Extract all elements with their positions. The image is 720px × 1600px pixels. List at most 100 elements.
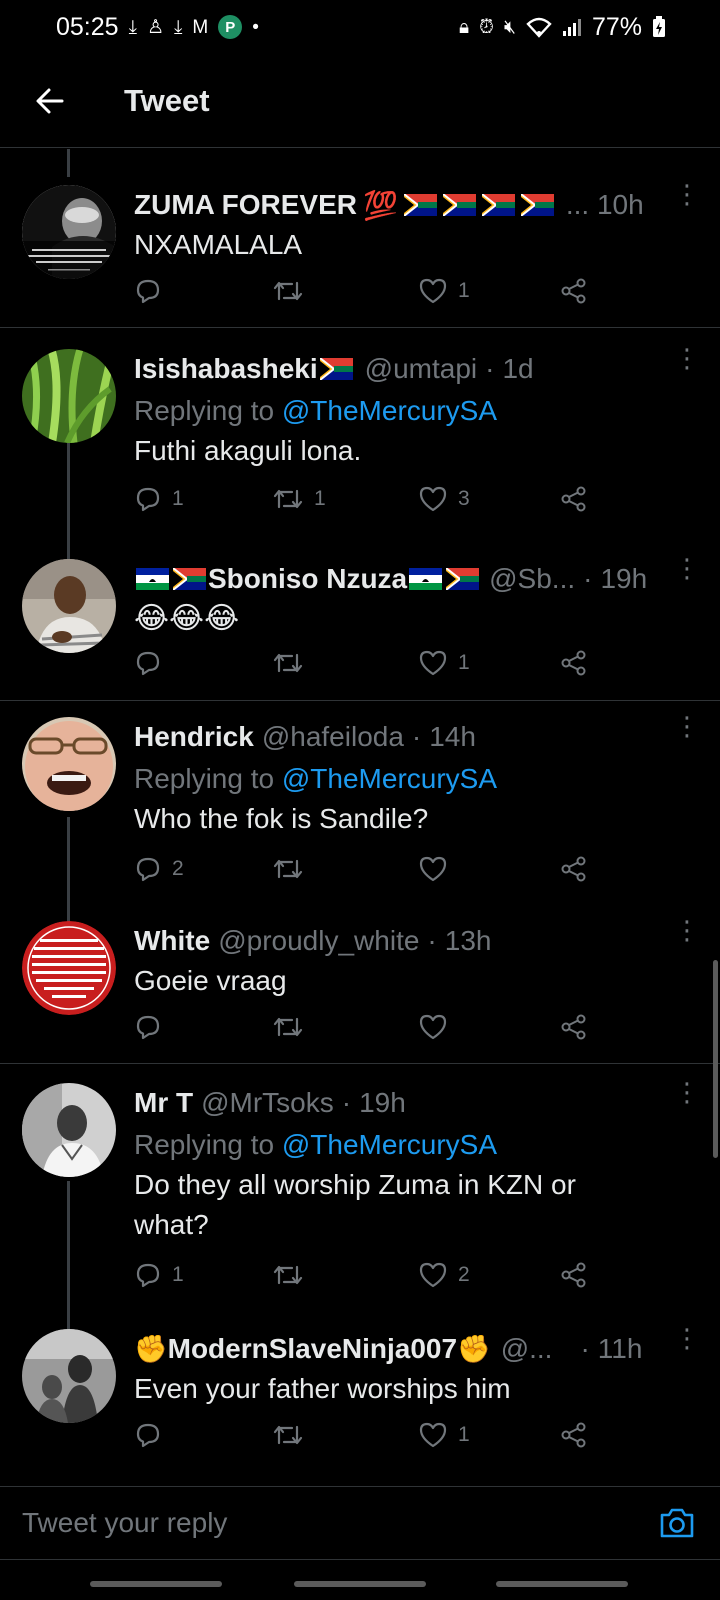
like-button[interactable]: 2 <box>418 1261 470 1289</box>
share-icon <box>561 278 586 304</box>
share-button[interactable] <box>560 277 588 305</box>
reply-feed[interactable]: ZUMA FOREVER 💯 ... 10h NXAMALALA ⋮ 1 Isi… <box>0 149 720 1485</box>
user-handle[interactable]: @proudly_white <box>218 925 419 957</box>
dot-icon: • <box>252 16 259 38</box>
share-icon <box>561 486 586 512</box>
more-options-button[interactable]: ⋮ <box>674 181 700 207</box>
display-name[interactable]: ZUMA FOREVER <box>134 189 357 221</box>
display-name[interactable]: Mr T <box>134 1087 193 1119</box>
display-name[interactable]: Isishabasheki <box>134 353 318 385</box>
mention-link[interactable]: @TheMercurySA <box>282 1129 497 1160</box>
more-options-button[interactable]: ⋮ <box>674 713 700 739</box>
more-options-button[interactable]: ⋮ <box>674 917 700 943</box>
more-options-button[interactable]: ⋮ <box>674 345 700 371</box>
reply-icon <box>136 1423 160 1448</box>
share-button[interactable] <box>560 1421 588 1449</box>
share-button[interactable] <box>560 1261 588 1289</box>
share-button[interactable] <box>560 649 588 677</box>
separator-dot: · <box>411 721 422 752</box>
like-count: 1 <box>458 651 470 674</box>
home-gesture[interactable] <box>294 1581 426 1587</box>
more-options-button[interactable]: ⋮ <box>674 1325 700 1351</box>
display-name[interactable]: White <box>134 925 210 957</box>
like-button[interactable]: 1 <box>418 1421 470 1449</box>
avatar[interactable] <box>22 185 116 279</box>
mention-link[interactable]: @TheMercurySA <box>282 395 497 426</box>
reply-icon <box>136 1015 160 1040</box>
recent-apps-gesture[interactable] <box>90 1581 222 1587</box>
replying-label: Replying to <box>134 1129 275 1160</box>
user-handle[interactable]: @... <box>501 1333 553 1365</box>
app-icon: P <box>218 15 243 39</box>
tweet-content: Hendrick @hafeiloda · 14h Replying to @T… <box>134 717 684 839</box>
reply-button[interactable]: 1 <box>134 485 184 513</box>
reply-button[interactable] <box>134 277 162 305</box>
share-button[interactable] <box>560 485 588 513</box>
retweet-button[interactable] <box>272 277 304 305</box>
reply-button[interactable]: 1 <box>134 1261 184 1289</box>
avatar[interactable] <box>22 921 116 1015</box>
reply-button[interactable] <box>134 1013 162 1041</box>
share-button[interactable] <box>560 855 588 883</box>
display-name[interactable]: ModernSlaveNinja007 <box>168 1333 457 1365</box>
retweet-button[interactable] <box>272 1421 304 1449</box>
like-button[interactable]: 1 <box>418 277 470 305</box>
like-button[interactable]: 3 <box>418 485 470 513</box>
display-name[interactable]: Hendrick <box>134 721 254 753</box>
retweet-icon <box>273 489 303 509</box>
avatar[interactable] <box>22 349 116 443</box>
like-button[interactable] <box>418 855 448 883</box>
replying-label: Replying to <box>134 395 275 426</box>
mention-link[interactable]: @TheMercurySA <box>282 763 497 794</box>
retweet-icon <box>273 1265 303 1285</box>
share-icon <box>561 1422 586 1448</box>
back-button[interactable] <box>18 69 82 133</box>
replying-label: Replying to <box>134 763 275 794</box>
retweet-button[interactable]: 1 <box>272 485 326 513</box>
tweet-time: 13h <box>444 925 492 956</box>
back-gesture[interactable] <box>496 1581 628 1587</box>
retweet-button[interactable] <box>272 1261 304 1289</box>
user-handle[interactable]: @MrTsoks <box>201 1087 334 1119</box>
more-options-button[interactable]: ⋮ <box>674 1079 700 1105</box>
tweet-actions: 1 1 3 <box>134 485 594 521</box>
reply-composer <box>0 1486 720 1560</box>
retweet-button[interactable] <box>272 1013 304 1041</box>
lock-icon: 🔒︎ <box>459 16 470 38</box>
reply-input[interactable] <box>22 1503 582 1543</box>
user-handle[interactable]: @Sb... <box>489 563 575 595</box>
reply-button[interactable]: 2 <box>134 855 184 883</box>
user-handle[interactable]: @umtapi <box>365 353 477 385</box>
tweet-text: NXAMALALA <box>134 229 303 260</box>
tweet-actions: 1 <box>134 649 594 685</box>
retweet-button[interactable] <box>272 649 304 677</box>
share-button[interactable] <box>560 1013 588 1041</box>
avatar[interactable] <box>22 1083 116 1177</box>
avatar-image <box>22 717 116 811</box>
avatar[interactable] <box>22 559 116 653</box>
tweet-content: ZUMA FOREVER 💯 ... 10h NXAMALALA <box>134 185 684 265</box>
retweet-button[interactable] <box>272 855 304 883</box>
avatar[interactable] <box>22 1329 116 1423</box>
replying-to: Replying to @TheMercurySA <box>134 759 684 799</box>
camera-button[interactable] <box>658 1505 696 1546</box>
divider <box>0 1063 720 1064</box>
like-button[interactable] <box>418 1013 448 1041</box>
like-button[interactable]: 1 <box>418 649 470 677</box>
tweet-content: Isishabasheki @umtapi · 1d Replying to @… <box>134 349 684 471</box>
user-handle[interactable]: @hafeiloda <box>262 721 404 753</box>
scrollbar[interactable] <box>713 960 718 1158</box>
lesotho-flag-icon <box>409 568 443 590</box>
reply-button[interactable] <box>134 1421 162 1449</box>
tweet-text-line: what? <box>134 1209 209 1240</box>
south-africa-flag-icon <box>442 194 476 216</box>
more-options-button[interactable]: ⋮ <box>674 555 700 581</box>
thread-line <box>67 817 70 933</box>
tweet-content: Mr T @MrTsoks · 19h Replying to @TheMerc… <box>134 1083 684 1245</box>
reply-icon <box>136 651 160 676</box>
reply-button[interactable] <box>134 649 162 677</box>
divider <box>0 327 720 328</box>
avatar[interactable] <box>22 717 116 811</box>
display-name[interactable]: Sboniso Nzuza <box>208 563 407 595</box>
heart-icon <box>419 1422 447 1448</box>
